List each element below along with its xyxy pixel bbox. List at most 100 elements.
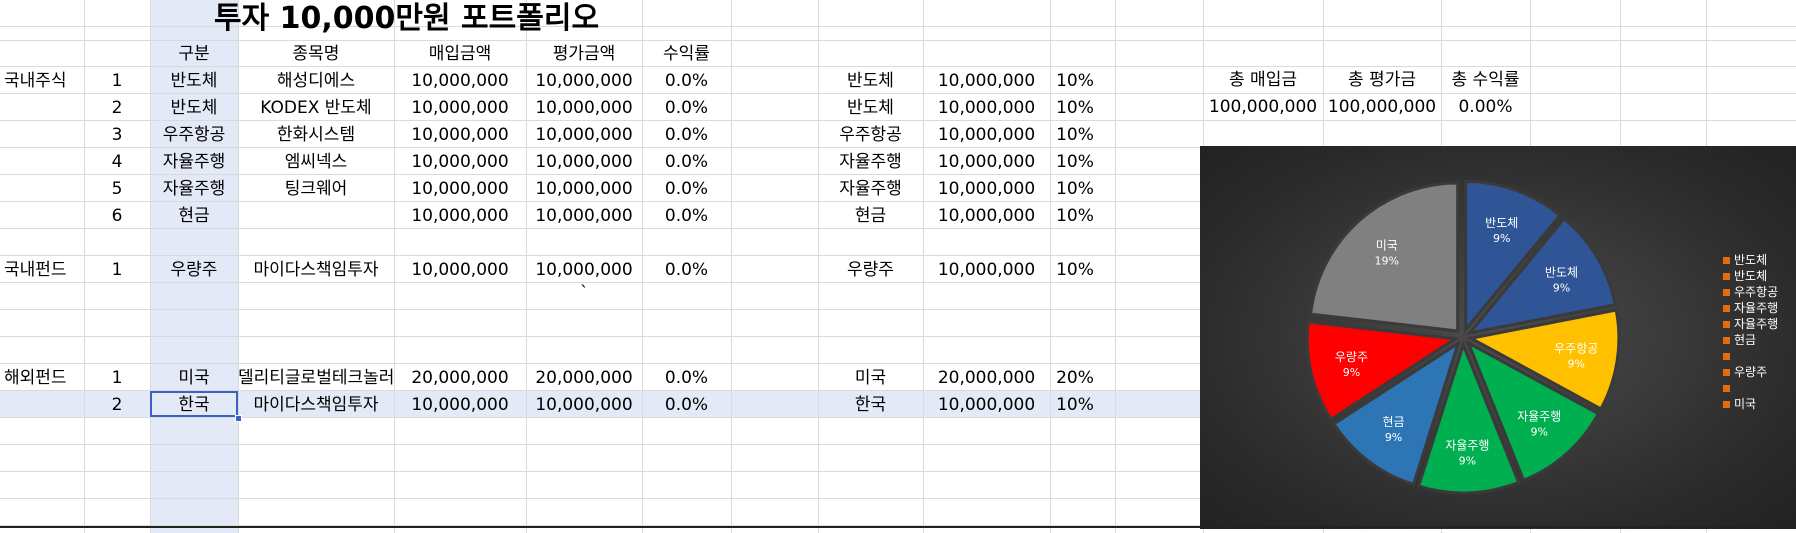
stock-name-cell[interactable]: 해성디에스 (238, 68, 394, 94)
summary-category-cell[interactable]: 자율주행 (818, 149, 923, 175)
return-cell[interactable]: 0.0% (642, 68, 731, 94)
stock-name-cell[interactable]: 팅크웨어 (238, 176, 394, 202)
row-number[interactable]: 1 (84, 257, 150, 283)
stock-name-cell[interactable]: 마이다스책임투자 (238, 392, 394, 418)
row-number[interactable]: 2 (84, 95, 150, 121)
row-number[interactable]: 4 (84, 149, 150, 175)
header-eval-amount[interactable]: 평가금액 (526, 41, 642, 67)
total-buy-header[interactable]: 총 매입금 (1203, 67, 1323, 93)
summary-percent-cell[interactable]: 10% (1050, 122, 1100, 148)
category-cell[interactable]: 반도체 (150, 68, 238, 94)
category-cell[interactable]: 반도체 (150, 95, 238, 121)
stock-name-cell[interactable]: 엠씨넥스 (238, 149, 394, 175)
summary-percent-cell[interactable]: 10% (1050, 203, 1100, 229)
group-label[interactable]: 해외펀드 (0, 365, 88, 391)
eval-amount-cell[interactable]: 10,000,000 (526, 95, 642, 121)
total-buy-value[interactable]: 100,000,000 (1203, 94, 1323, 120)
eval-amount-cell[interactable]: 10,000,000 (526, 122, 642, 148)
portfolio-pie-chart[interactable]: 반도체 9% 반도체 9% 우주항공 9% 자율주행 9% 자율주행 9% 현금 9% 우량주 9% 미국 1… (1200, 146, 1796, 529)
eval-amount-cell[interactable]: 10,000,000 (526, 392, 642, 418)
eval-amount-cell[interactable]: 10,000,000 (526, 176, 642, 202)
header-category[interactable]: 구분 (150, 41, 238, 67)
summary-amount-cell[interactable]: 10,000,000 (923, 122, 1050, 148)
group-label[interactable] (0, 176, 88, 202)
summary-amount-cell[interactable]: 10,000,000 (923, 176, 1050, 202)
buy-amount-cell[interactable]: 10,000,000 (394, 95, 526, 121)
category-cell[interactable]: 현금 (150, 203, 238, 229)
stock-name-cell[interactable]: 델리티글로벌테크놀러 (238, 365, 394, 391)
header-stock-name[interactable]: 종목명 (238, 41, 394, 67)
category-cell[interactable]: 자율주행 (150, 176, 238, 202)
summary-category-cell[interactable]: 반도체 (818, 68, 923, 94)
header-buy-amount[interactable]: 매입금액 (394, 41, 526, 67)
return-cell[interactable]: 0.0% (642, 257, 731, 283)
stock-name-cell[interactable]: 마이다스책임투자 (238, 257, 394, 283)
buy-amount-cell[interactable]: 10,000,000 (394, 149, 526, 175)
group-label[interactable] (0, 149, 88, 175)
summary-category-cell[interactable]: 반도체 (818, 95, 923, 121)
eval-amount-cell[interactable]: 10,000,000 (526, 68, 642, 94)
buy-amount-cell[interactable]: 20,000,000 (394, 365, 526, 391)
buy-amount-cell[interactable]: 10,000,000 (394, 257, 526, 283)
stock-name-cell[interactable] (238, 203, 394, 229)
group-label[interactable] (0, 122, 88, 148)
summary-category-cell[interactable]: 자율주행 (818, 176, 923, 202)
total-eval-header[interactable]: 총 평가금 (1323, 67, 1441, 93)
return-cell[interactable]: 0.0% (642, 203, 731, 229)
summary-percent-cell[interactable]: 10% (1050, 176, 1100, 202)
return-cell[interactable]: 0.0% (642, 176, 731, 202)
summary-amount-cell[interactable]: 10,000,000 (923, 257, 1050, 283)
buy-amount-cell[interactable]: 10,000,000 (394, 203, 526, 229)
total-return-value[interactable]: 0.00% (1441, 94, 1530, 120)
summary-percent-cell[interactable]: 10% (1050, 257, 1100, 283)
group-label[interactable] (0, 95, 88, 121)
eval-amount-cell[interactable]: 10,000,000 (526, 149, 642, 175)
row-number[interactable]: 1 (84, 365, 150, 391)
group-label[interactable]: 국내펀드 (0, 257, 88, 283)
buy-amount-cell[interactable]: 10,000,000 (394, 68, 526, 94)
summary-amount-cell[interactable]: 10,000,000 (923, 392, 1050, 418)
stock-name-cell[interactable]: 한화시스템 (238, 122, 394, 148)
buy-amount-cell[interactable]: 10,000,000 (394, 176, 526, 202)
summary-amount-cell[interactable]: 10,000,000 (923, 203, 1050, 229)
summary-percent-cell[interactable]: 20% (1050, 365, 1100, 391)
summary-amount-cell[interactable]: 20,000,000 (923, 365, 1050, 391)
return-cell[interactable]: 0.0% (642, 365, 731, 391)
category-cell[interactable]: 자율주행 (150, 149, 238, 175)
category-cell[interactable]: 우량주 (150, 257, 238, 283)
eval-amount-cell[interactable]: 10,000,000 (526, 203, 642, 229)
summary-amount-cell[interactable]: 10,000,000 (923, 68, 1050, 94)
spreadsheet-grid[interactable]: 구분 종목명 매입금액 평가금액 수익률 국내주식 1 반도체 해성디에스 10,000,000 1… (0, 0, 1796, 533)
category-cell[interactable]: 미국 (150, 365, 238, 391)
total-return-header[interactable]: 총 수익률 (1441, 67, 1530, 93)
row-number[interactable]: 3 (84, 122, 150, 148)
row-number[interactable]: 1 (84, 68, 150, 94)
summary-amount-cell[interactable]: 10,000,000 (923, 149, 1050, 175)
group-label[interactable] (0, 392, 88, 418)
eval-amount-cell[interactable]: 10,000,000 (526, 257, 642, 283)
summary-percent-cell[interactable]: 10% (1050, 149, 1100, 175)
row-number[interactable]: 6 (84, 203, 150, 229)
row-number[interactable]: 2 (84, 392, 150, 418)
fill-handle[interactable] (235, 415, 242, 422)
row-number[interactable]: 5 (84, 176, 150, 202)
summary-category-cell[interactable]: 우량주 (818, 257, 923, 283)
header-return[interactable]: 수익률 (642, 41, 731, 67)
buy-amount-cell[interactable]: 10,000,000 (394, 122, 526, 148)
eval-amount-cell[interactable]: 20,000,000 (526, 365, 642, 391)
group-label[interactable]: 국내주식 (0, 68, 88, 94)
category-cell[interactable]: 우주항공 (150, 122, 238, 148)
summary-category-cell[interactable]: 현금 (818, 203, 923, 229)
stock-name-cell[interactable]: KODEX 반도체 (238, 95, 394, 121)
total-eval-value[interactable]: 100,000,000 (1323, 94, 1441, 120)
summary-percent-cell[interactable]: 10% (1050, 95, 1100, 121)
summary-category-cell[interactable]: 미국 (818, 365, 923, 391)
selected-cell[interactable] (150, 391, 238, 417)
summary-category-cell[interactable]: 한국 (818, 392, 923, 418)
summary-percent-cell[interactable]: 10% (1050, 392, 1100, 418)
return-cell[interactable]: 0.0% (642, 392, 731, 418)
group-label[interactable] (0, 203, 88, 229)
summary-percent-cell[interactable]: 10% (1050, 68, 1100, 94)
summary-amount-cell[interactable]: 10,000,000 (923, 95, 1050, 121)
buy-amount-cell[interactable]: 10,000,000 (394, 392, 526, 418)
